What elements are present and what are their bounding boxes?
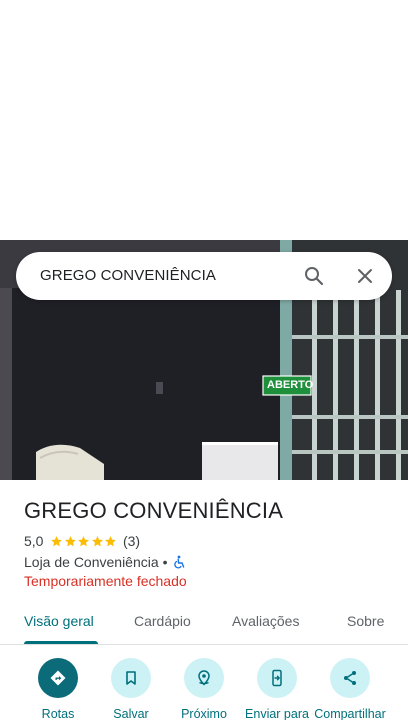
send-to-phone-icon bbox=[257, 658, 297, 698]
tab-reviews[interactable]: Avaliações bbox=[232, 613, 299, 629]
star-icon bbox=[105, 535, 117, 546]
star-icon bbox=[65, 535, 76, 546]
separator-dot: • bbox=[162, 554, 168, 570]
save-button[interactable]: Salvar bbox=[91, 658, 171, 720]
place-tabs: Visão geral Cardápio Avaliações Sobre bbox=[0, 600, 408, 645]
star-icon bbox=[92, 535, 103, 546]
business-status: Temporariamente fechado bbox=[24, 573, 187, 589]
star-icon bbox=[51, 535, 63, 546]
rating-stars bbox=[50, 535, 118, 548]
nearby-label: Próximo bbox=[181, 707, 227, 720]
send-to-phone-label: Enviar para bbox=[245, 707, 309, 720]
place-category: Loja de Conveniência bbox=[24, 554, 159, 570]
tab-overview[interactable]: Visão geral bbox=[24, 613, 94, 629]
directions-icon bbox=[38, 658, 78, 698]
category-row: Loja de Conveniência • bbox=[24, 553, 186, 571]
active-tab-indicator bbox=[24, 641, 98, 644]
tab-menu[interactable]: Cardápio bbox=[134, 613, 191, 629]
directions-label: Rotas bbox=[41, 707, 75, 720]
star-icon bbox=[78, 535, 90, 546]
search-icon[interactable] bbox=[302, 264, 326, 288]
share-icon bbox=[330, 658, 370, 698]
search-bar[interactable]: GREGO CONVENIÊNCIA bbox=[16, 252, 392, 300]
wheelchair-accessible-icon bbox=[172, 555, 186, 569]
nearby-icon bbox=[184, 658, 224, 698]
nearby-button[interactable]: Próximo bbox=[164, 658, 244, 720]
search-query-text[interactable]: GREGO CONVENIÊNCIA bbox=[40, 267, 216, 284]
share-button[interactable]: Compartilhar bbox=[310, 658, 390, 720]
map-area-blank bbox=[0, 0, 408, 240]
open-sign-text: ABERTO bbox=[267, 379, 314, 391]
rating-row[interactable]: 5,0 (3) bbox=[24, 532, 140, 550]
rating-value: 5,0 bbox=[24, 533, 44, 549]
save-label: Salvar bbox=[113, 707, 149, 720]
place-title: GREGO CONVENIÊNCIA bbox=[24, 498, 284, 523]
send-to-phone-button[interactable]: Enviar para bbox=[237, 658, 317, 720]
share-label: Compartilhar bbox=[314, 707, 386, 720]
review-count[interactable]: (3) bbox=[123, 533, 140, 549]
bookmark-icon bbox=[111, 658, 151, 698]
close-icon[interactable] bbox=[353, 264, 377, 288]
directions-button[interactable]: Rotas bbox=[18, 658, 98, 720]
tab-about[interactable]: Sobre bbox=[347, 613, 384, 629]
action-buttons: Rotas Salvar Próximo Enviar para Compart… bbox=[0, 658, 408, 720]
